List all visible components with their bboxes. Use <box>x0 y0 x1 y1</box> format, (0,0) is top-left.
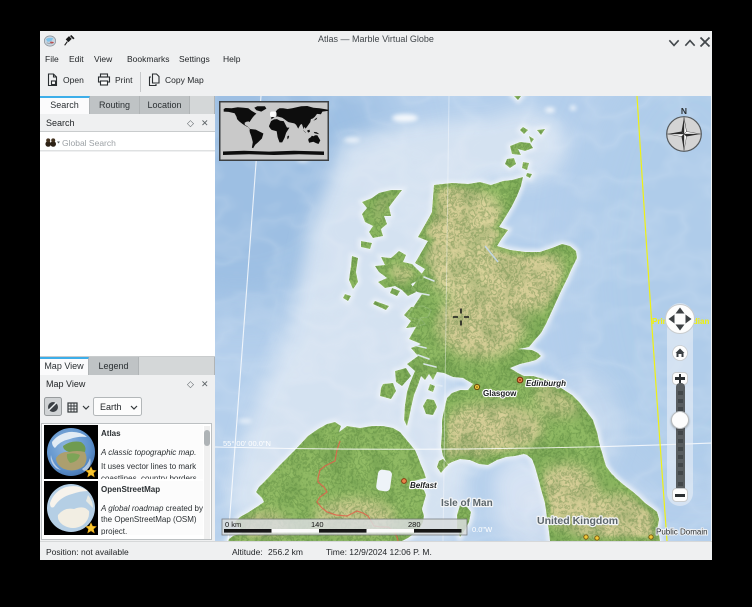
svg-text:Isle of Man: Isle of Man <box>441 498 493 509</box>
svg-text:Edinburgh: Edinburgh <box>526 379 566 388</box>
svg-text:United Kingdom: United Kingdom <box>537 515 618 527</box>
svg-text:0.0"W: 0.0"W <box>472 525 493 534</box>
svg-text:280: 280 <box>408 520 421 529</box>
svg-text:Glasgow: Glasgow <box>483 389 517 398</box>
svg-text:55° 00' 00.0"N: 55° 00' 00.0"N <box>223 439 271 448</box>
svg-text:0 km: 0 km <box>225 520 241 529</box>
svg-text:N: N <box>681 106 687 116</box>
svg-text:Belfast: Belfast <box>410 481 437 490</box>
svg-text:140: 140 <box>311 520 324 529</box>
svg-text:Public Domain: Public Domain <box>656 528 708 537</box>
